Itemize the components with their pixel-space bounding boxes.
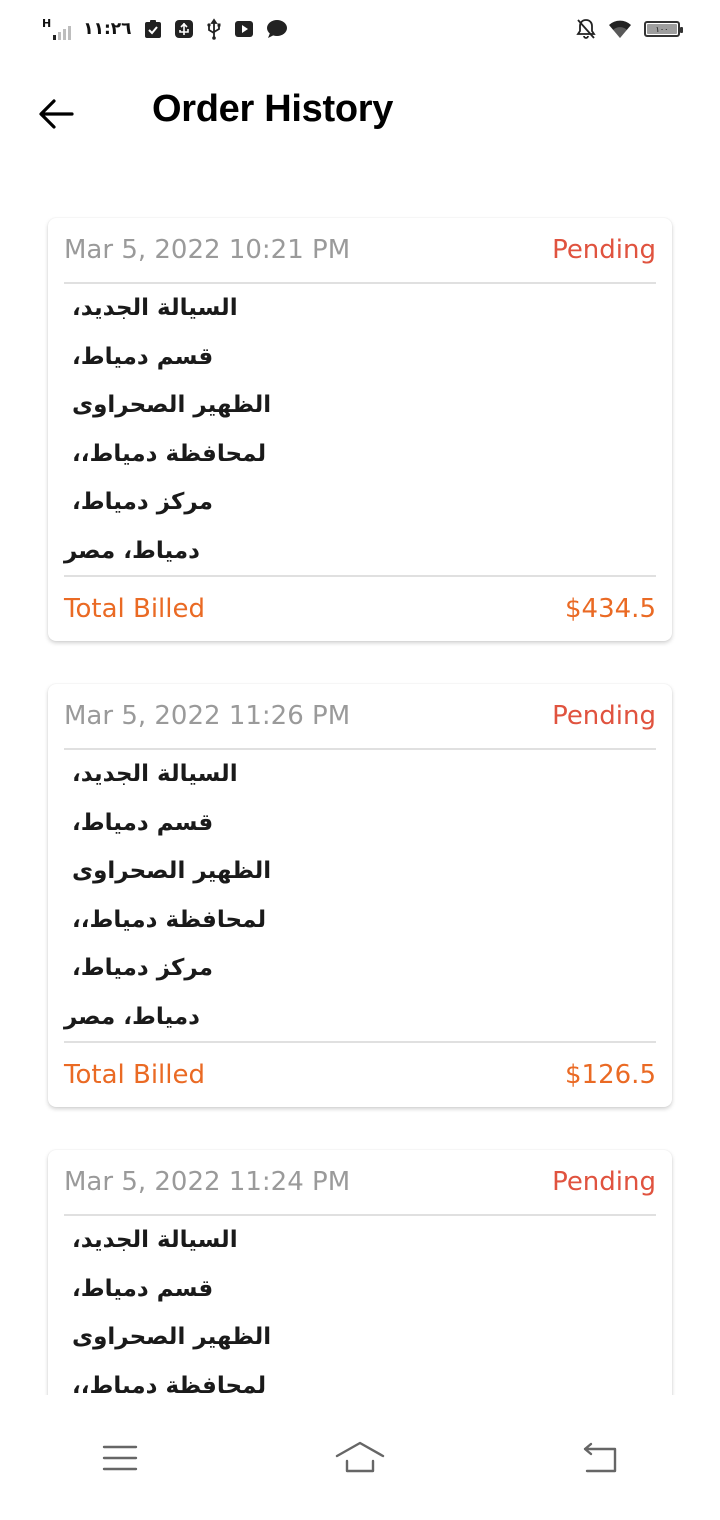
page-title: Order History (152, 88, 394, 130)
checklist-icon (144, 19, 162, 39)
total-label: Total Billed (64, 594, 205, 624)
order-status: Pending (552, 1167, 656, 1197)
order-header: Mar 5, 2022 11:24 PM Pending (64, 1150, 656, 1216)
usb-icon (206, 18, 222, 40)
network-type: H (42, 17, 52, 30)
order-header: Mar 5, 2022 11:26 PM Pending (64, 684, 656, 750)
address-line: الظهير الصحراوى (72, 1324, 272, 1350)
total-value: $126.5 (565, 1060, 656, 1090)
order-address: السيالة الجديد، قسم دمياط، الظهير الصحرا… (64, 1216, 656, 1395)
address-line: السيالة الجديد، (72, 761, 238, 787)
status-time: ١١:٢٦ (83, 19, 132, 39)
message-icon (266, 19, 288, 39)
youtube-icon (234, 20, 254, 38)
address-line: مركز دمياط، (72, 489, 213, 515)
signal-icon: H (42, 17, 72, 40)
total-label: Total Billed (64, 1060, 205, 1090)
order-date: Mar 5, 2022 10:21 PM (64, 235, 351, 265)
order-card[interactable]: Mar 5, 2022 11:24 PM Pending السيالة الج… (48, 1150, 672, 1395)
arrow-left-icon (39, 99, 74, 129)
back-button[interactable] (32, 94, 80, 134)
address-line: دمياط، مصر (64, 537, 200, 564)
battery-level: ١٠٠ (655, 24, 669, 34)
menu-icon (102, 1445, 138, 1470)
order-status: Pending (552, 701, 656, 731)
usb-debug-icon (174, 19, 194, 39)
order-date: Mar 5, 2022 11:26 PM (64, 701, 351, 731)
status-bar: H ١١:٢٦ ١٠٠ (0, 0, 720, 58)
address-line: لمحافظة دمياط،، (72, 1372, 267, 1396)
order-card[interactable]: Mar 5, 2022 11:26 PM Pending السيالة الج… (48, 684, 672, 1107)
order-list[interactable]: Mar 5, 2022 10:21 PM Pending السيالة الج… (0, 170, 720, 1395)
total-value: $434.5 (565, 594, 656, 624)
address-line: الظهير الصحراوى (72, 858, 272, 884)
order-header: Mar 5, 2022 10:21 PM Pending (64, 218, 656, 284)
menu-button[interactable] (80, 1428, 160, 1488)
address-line: الظهير الصحراوى (72, 392, 272, 418)
back-icon (583, 1442, 617, 1472)
order-status: Pending (552, 235, 656, 265)
address-line: لمحافظة دمياط،، (72, 440, 267, 467)
home-icon (335, 1441, 385, 1472)
back-nav-button[interactable] (560, 1428, 640, 1488)
order-date: Mar 5, 2022 11:24 PM (64, 1167, 351, 1197)
address-line: قسم دمياط، (72, 1275, 214, 1302)
order-address: السيالة الجديد، قسم دمياط، الظهير الصحرا… (64, 284, 656, 577)
order-total: Total Billed $126.5 (64, 1043, 656, 1107)
address-line: قسم دمياط، (72, 343, 214, 370)
address-line: مركز دمياط، (72, 955, 213, 981)
order-address: السيالة الجديد، قسم دمياط، الظهير الصحرا… (64, 750, 656, 1043)
wifi-icon (608, 19, 632, 39)
address-line: السيالة الجديد، (72, 1227, 238, 1253)
system-nav-bar (0, 1395, 720, 1520)
address-line: دمياط، مصر (64, 1003, 200, 1030)
address-line: لمحافظة دمياط،، (72, 906, 267, 933)
order-total: Total Billed $434.5 (64, 577, 656, 641)
app-bar: Order History (0, 58, 720, 170)
notifications-off-icon (576, 18, 596, 40)
order-card[interactable]: Mar 5, 2022 10:21 PM Pending السيالة الج… (48, 218, 672, 641)
battery-icon: ١٠٠ (644, 21, 683, 37)
address-line: السيالة الجديد، (72, 295, 238, 321)
home-button[interactable] (320, 1428, 400, 1488)
address-line: قسم دمياط، (72, 809, 214, 836)
